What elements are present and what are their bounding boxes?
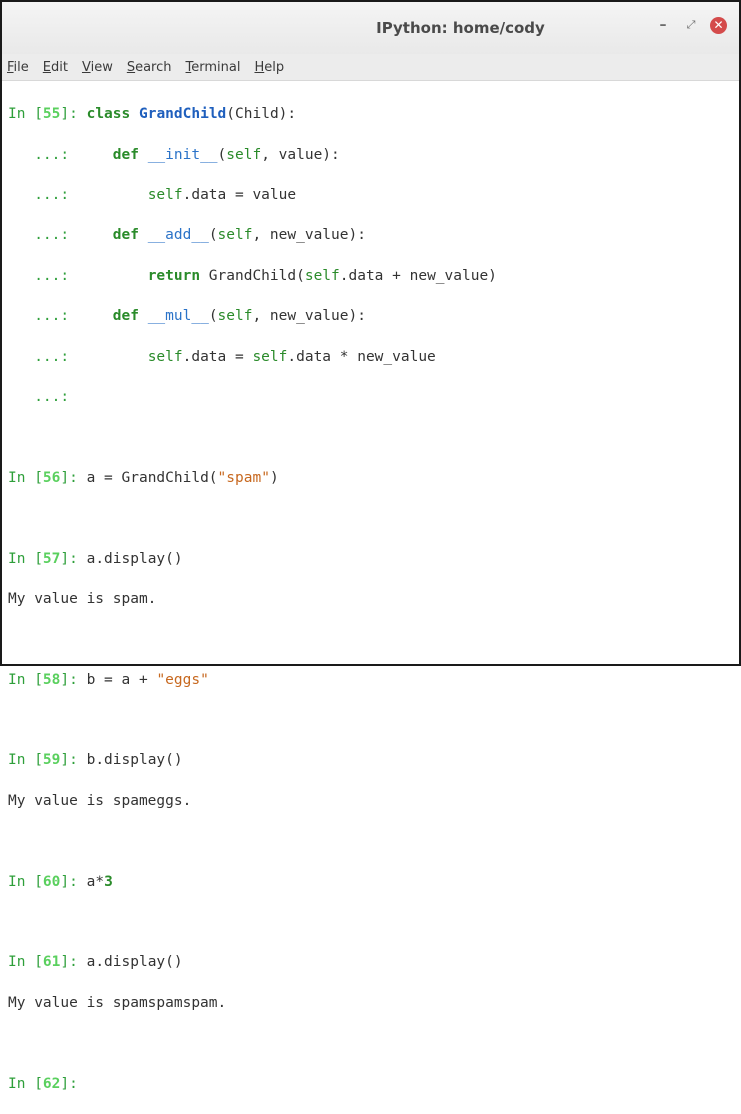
menu-search[interactable]: Search [127, 60, 172, 75]
input-line-61: In [61]: a.display() [8, 954, 183, 971]
continuation-line: ...: return GrandChild(self.data + new_v… [8, 267, 497, 284]
output-line-61: My value is spamspamspam. [8, 994, 227, 1011]
continuation-line: ...: def __add__(self, new_value): [8, 227, 366, 244]
input-line-62[interactable]: In [62]: [8, 1074, 497, 1094]
minimize-icon[interactable]: – [654, 16, 672, 34]
menu-bar: File Edit View Search Terminal Help [2, 54, 739, 81]
menu-help[interactable]: Help [254, 60, 284, 75]
output-line-57: My value is spam. [8, 590, 157, 607]
continuation-line: ...: self.data = value [8, 186, 297, 203]
input-line-60: In [60]: a*3 [8, 873, 113, 890]
continuation-line: ...: [8, 388, 113, 405]
menu-edit[interactable]: Edit [43, 60, 68, 75]
window-title: IPython: home/cody [376, 19, 545, 37]
title-bar[interactable]: IPython: home/cody – ⤢ ✕ [2, 2, 739, 54]
input-line-55: In [55]: class GrandChild(Child): [8, 106, 297, 123]
menu-view[interactable]: View [82, 60, 113, 75]
continuation-line: ...: def __mul__(self, new_value): [8, 308, 366, 325]
menu-file[interactable]: File [7, 60, 29, 75]
input-line-57: In [57]: a.display() [8, 550, 183, 567]
input-line-58: In [58]: b = a + "eggs" [8, 671, 209, 688]
close-icon[interactable]: ✕ [710, 17, 727, 34]
continuation-line: ...: self.data = self.data * new_value [8, 348, 436, 365]
menu-terminal[interactable]: Terminal [186, 60, 241, 75]
terminal-output[interactable]: In [55]: class GrandChild(Child): ...: d… [8, 84, 497, 1114]
input-line-56: In [56]: a = GrandChild("spam") [8, 469, 279, 486]
continuation-line: ...: def __init__(self, value): [8, 146, 340, 163]
output-line-59: My value is spameggs. [8, 792, 192, 809]
input-line-59: In [59]: b.display() [8, 752, 183, 769]
maximize-icon[interactable]: ⤢ [682, 16, 700, 34]
